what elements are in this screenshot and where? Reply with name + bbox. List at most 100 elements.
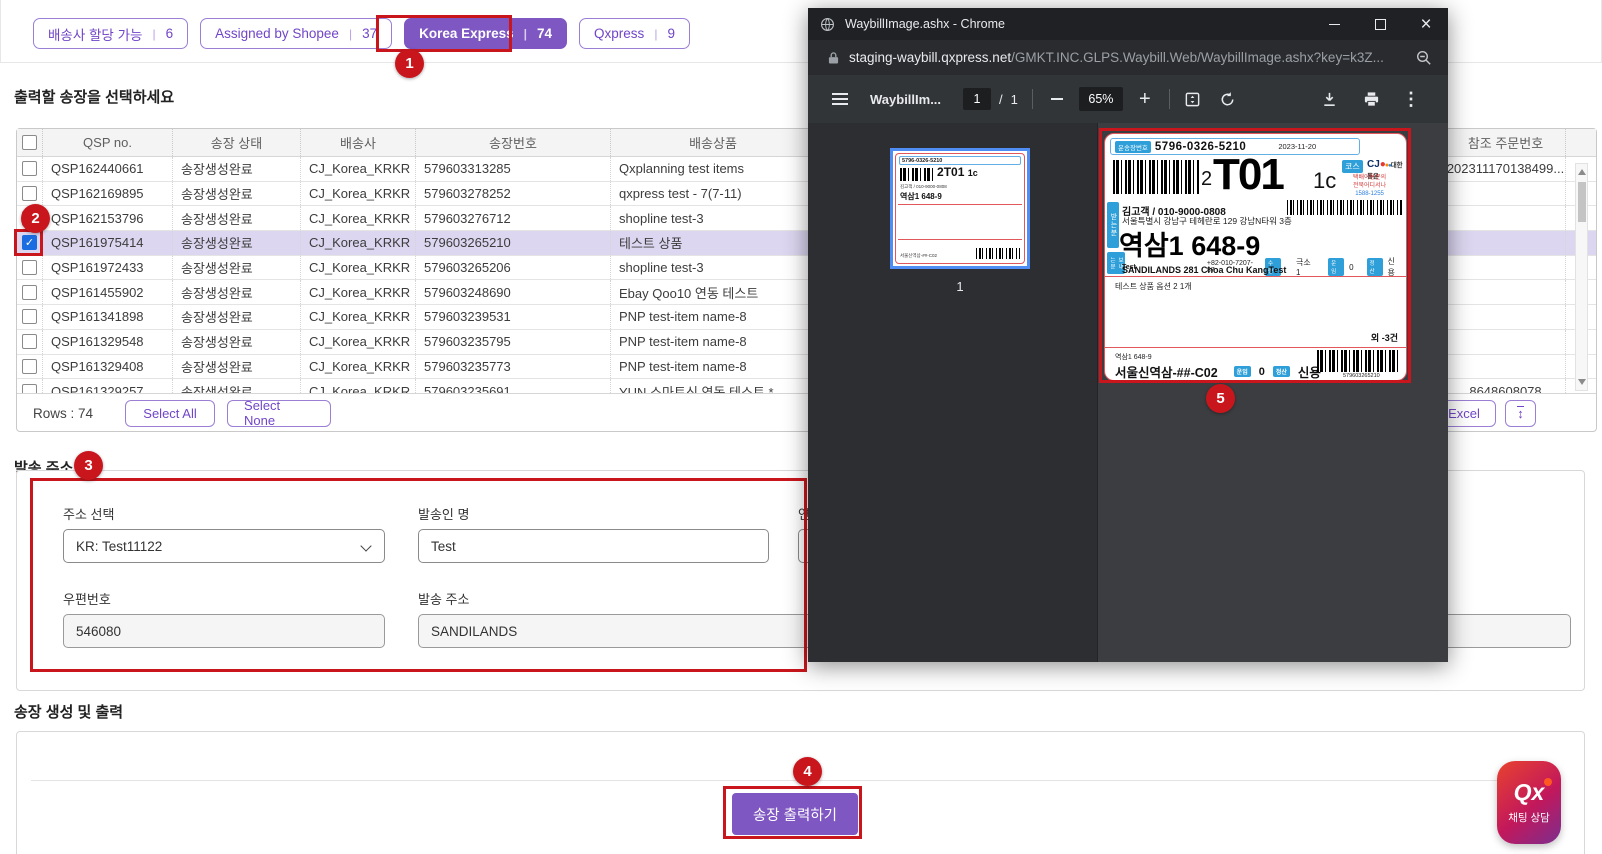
cell-shipped-product: qxpress test - 7(7-11): [611, 182, 816, 206]
tab-divider: |: [654, 27, 657, 41]
chat-label: 채팅 상담: [1508, 810, 1550, 825]
close-button[interactable]: ×: [1406, 8, 1446, 40]
fit-page-button[interactable]: [1184, 91, 1201, 108]
lock-icon: [828, 51, 839, 65]
cell-invoice-number: 579603265206: [416, 256, 611, 280]
annotation-box-address-form: [30, 478, 807, 672]
toolbar-separator: [1032, 89, 1033, 109]
plus-icon: +: [1139, 88, 1151, 111]
cell-carrier: CJ_Korea_KRKR: [301, 182, 416, 206]
row-checkbox[interactable]: [22, 161, 37, 176]
cell-invoice-number: 579603235795: [416, 330, 611, 354]
menu-button[interactable]: [832, 93, 848, 105]
tab-label: Qxpress: [594, 26, 644, 41]
cell-invoice-status: 송장생성완료: [173, 330, 301, 354]
zoom-in-button[interactable]: +: [1135, 88, 1155, 111]
cell-invoice-number: 579603278252: [416, 182, 611, 206]
tab-count: 6: [166, 26, 174, 41]
cell-invoice-status: 송장생성완료: [173, 206, 301, 230]
zoom-out-button[interactable]: [1047, 98, 1067, 100]
tab-label: Assigned by Shopee: [215, 26, 339, 41]
cell-invoice-status: 송장생성완료: [173, 355, 301, 379]
thumb-dest-code: 역삼1 648-9: [900, 191, 942, 202]
chat-support-button[interactable]: Qx 채팅 상담: [1497, 761, 1561, 844]
select-all-checkbox[interactable]: [22, 135, 37, 150]
row-checkbox-cell: [17, 256, 43, 280]
cell-carrier: CJ_Korea_KRKR: [301, 280, 416, 304]
scroll-to-top-button[interactable]: ↕: [1505, 400, 1536, 427]
row-checkbox[interactable]: [22, 309, 37, 324]
pdf-page-separator: /: [999, 92, 1003, 107]
cell-invoice-status: 송장생성완료: [173, 157, 301, 181]
select-none-button[interactable]: Select None: [227, 400, 331, 427]
thumb-bottom-barcode: [976, 248, 1020, 259]
cell-invoice-status: 송장생성완료: [173, 231, 301, 255]
scroll-down-arrow-icon[interactable]: [1578, 379, 1586, 385]
print-button-pdf[interactable]: [1363, 91, 1380, 108]
popup-address-bar[interactable]: staging-waybill.qxpress.net/GMKT.INC.GLP…: [808, 40, 1448, 75]
row-checkbox-cell: [17, 305, 43, 329]
tab-divider: |: [152, 27, 155, 41]
row-checkbox[interactable]: [22, 186, 37, 201]
cell-carrier: CJ_Korea_KRKR: [301, 355, 416, 379]
invoice-list-title: 출력할 송장을 선택하세요: [14, 86, 174, 107]
print-section-title: 송장 생성 및 출력: [14, 701, 123, 722]
tab-carrier-assignable[interactable]: 배송사 할당 가능 | 6: [33, 18, 188, 49]
row-checkbox-cell: [17, 280, 43, 304]
cell-invoice-status: 송장생성완료: [173, 379, 301, 393]
scrollbar-thumb[interactable]: [1578, 182, 1586, 222]
minimize-icon: [1329, 24, 1340, 25]
table-vertical-scrollbar[interactable]: [1575, 163, 1588, 391]
pdf-thumbnail-sidebar: 5796-0326-5210 2T01 1c 김고객 / 010-9000-08…: [808, 123, 1098, 662]
cell-carrier: CJ_Korea_KRKR: [301, 231, 416, 255]
more-options-button[interactable]: ⋮: [1402, 89, 1420, 110]
cell-shipped-product: PNP test-item name-8: [611, 330, 816, 354]
row-checkbox[interactable]: [22, 334, 37, 349]
fit-page-icon: [1184, 91, 1201, 108]
pdf-page-input[interactable]: 1: [963, 88, 991, 110]
thumb-label-border: 5796-0326-5210 2T01 1c 김고객 / 010-9000-08…: [895, 153, 1025, 264]
row-checkbox[interactable]: [22, 285, 37, 300]
download-button[interactable]: [1321, 91, 1338, 108]
rotate-icon: [1219, 91, 1236, 108]
cell-carrier: CJ_Korea_KRKR: [301, 256, 416, 280]
cell-qsp-no: QSP161329548: [43, 330, 173, 354]
rotate-button[interactable]: [1219, 91, 1236, 108]
thumb-page-number: 1: [890, 279, 1030, 294]
pdf-page-thumbnail[interactable]: 5796-0326-5210 2T01 1c 김고객 / 010-9000-08…: [890, 148, 1030, 269]
thumb-items-box: [898, 204, 1022, 240]
cell-shipped-product: Ebay Qoo10 연동 테스트: [611, 280, 816, 304]
row-checkbox[interactable]: [22, 359, 37, 374]
tab-assigned-by-shopee[interactable]: Assigned by Shopee | 37: [200, 18, 392, 49]
annotation-box-korea-express: [376, 15, 512, 52]
thumb-recipient: 김고객 / 010-9000-0808: [900, 184, 947, 190]
select-all-button[interactable]: Select All: [125, 400, 215, 427]
popup-titlebar[interactable]: WaybillImage.ashx - Chrome ×: [808, 8, 1448, 40]
row-checkbox[interactable]: [22, 384, 37, 393]
download-icon: [1321, 91, 1338, 108]
pdf-zoom-level[interactable]: 65%: [1079, 87, 1123, 111]
annotation-badge-3: 3: [74, 451, 103, 480]
cell-qsp-no: QSP162440661: [43, 157, 173, 181]
cell-ref-order-no: 202311170138499...: [1446, 157, 1566, 181]
rows-count-label: Rows : 74: [33, 406, 93, 421]
minimize-button[interactable]: [1314, 8, 1354, 40]
thumb-header: 5796-0326-5210: [899, 156, 1021, 165]
close-icon: ×: [1420, 15, 1431, 34]
scroll-up-arrow-icon[interactable]: [1578, 169, 1586, 175]
cell-qsp-no: QSP162153796: [43, 206, 173, 230]
cell-ref-order-no: [1446, 206, 1566, 230]
cell-qsp-no: QSP161329408: [43, 355, 173, 379]
cell-ref-order-no: [1446, 280, 1566, 304]
zoom-out-page-icon[interactable]: [1416, 50, 1432, 66]
kebab-icon: ⋮: [1402, 89, 1420, 110]
tab-qxpress[interactable]: Qxpress | 9: [579, 18, 690, 49]
col-header-invoice-number: 송장번호: [416, 129, 611, 156]
maximize-button[interactable]: [1360, 8, 1400, 40]
cell-shipped-product: PNP test-item name-8: [611, 305, 816, 329]
hamburger-icon: [832, 93, 848, 95]
row-checkbox-cell: [17, 330, 43, 354]
row-checkbox[interactable]: [22, 260, 37, 275]
pdf-total-pages: 1: [1011, 92, 1018, 107]
annotation-badge-1: 1: [395, 49, 424, 78]
